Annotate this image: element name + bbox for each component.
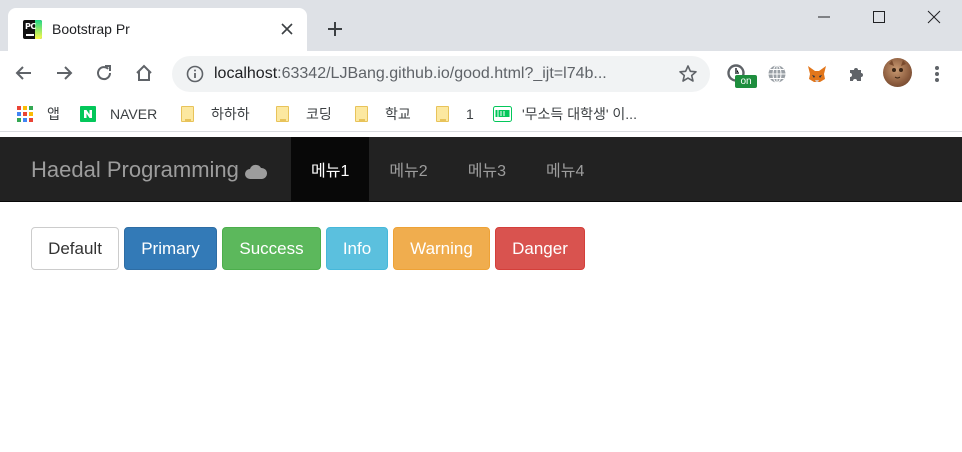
profile-avatar[interactable] xyxy=(883,58,912,87)
bookmark-label: 코딩 xyxy=(306,106,332,122)
tab-title: Bootstrap Pr xyxy=(52,21,130,37)
bookmark-folder-school[interactable]: 학교 xyxy=(355,103,411,125)
bookmark-folder-1[interactable]: 1 xyxy=(436,103,474,125)
bookmark-apps[interactable]: 앱 xyxy=(17,103,60,125)
timer-extension-icon[interactable]: on xyxy=(726,63,757,88)
info-button[interactable]: Info xyxy=(326,227,388,270)
site-info-icon[interactable] xyxy=(186,65,204,83)
navbar-menu: 메뉴1 메뉴2 메뉴3 메뉴4 xyxy=(291,137,604,201)
primary-button[interactable]: Primary xyxy=(124,227,217,270)
bookmark-blog[interactable]: '무소득 대학생' 이... xyxy=(493,103,637,125)
site-navbar: Haedal Programming 메뉴1 메뉴2 메뉴3 메뉴4 xyxy=(0,137,962,202)
naver-icon xyxy=(80,106,96,122)
blog-icon xyxy=(493,106,512,122)
folder-icon xyxy=(355,106,368,122)
bookmark-folder-hahaha[interactable]: 하하하 xyxy=(181,103,250,125)
extensions-puzzle-icon[interactable] xyxy=(846,63,868,85)
bookmark-naver[interactable]: NAVER xyxy=(80,103,157,125)
pycharm-favicon-icon: PC xyxy=(23,20,42,39)
url-text: localhost:63342/LJBang.github.io/good.ht… xyxy=(214,65,607,82)
minimize-icon[interactable] xyxy=(813,6,835,28)
browser-menu-icon[interactable] xyxy=(928,63,946,85)
reload-icon[interactable] xyxy=(93,62,115,84)
folder-icon xyxy=(436,106,449,122)
menu-item-3[interactable]: 메뉴3 xyxy=(448,137,526,201)
browser-toolbar: localhost:63342/LJBang.github.io/good.ht… xyxy=(0,51,962,96)
menu-item-1[interactable]: 메뉴1 xyxy=(291,137,370,201)
folder-icon xyxy=(181,106,194,122)
tab-close-icon[interactable] xyxy=(277,19,297,39)
home-icon[interactable] xyxy=(133,62,155,84)
bookmark-label: '무소득 대학생' 이... xyxy=(522,106,637,122)
folder-icon xyxy=(276,106,289,122)
bookmark-label: 학교 xyxy=(385,106,411,122)
metamask-fox-icon[interactable] xyxy=(806,63,828,85)
success-button[interactable]: Success xyxy=(222,227,321,270)
bookmark-label: 1 xyxy=(466,106,474,122)
browser-tab[interactable]: PC Bootstrap Pr xyxy=(8,8,307,51)
maximize-icon[interactable] xyxy=(868,6,890,28)
bookmark-label: 하하하 xyxy=(211,106,250,122)
bookmark-label: 앱 xyxy=(47,106,60,122)
bookmark-star-icon[interactable] xyxy=(678,64,698,84)
back-arrow-icon[interactable] xyxy=(13,62,35,84)
address-bar[interactable]: localhost:63342/LJBang.github.io/good.ht… xyxy=(172,56,710,92)
tab-strip: PC Bootstrap Pr xyxy=(0,0,962,51)
danger-button[interactable]: Danger xyxy=(495,227,585,270)
default-button[interactable]: Default xyxy=(31,227,119,270)
bookmarks-bar: 앱 NAVER 하하하 코딩 학교 1 '무소득 대학생' 이... xyxy=(0,96,962,132)
menu-item-2[interactable]: 메뉴2 xyxy=(369,137,447,201)
globe-extension-icon[interactable] xyxy=(766,63,788,85)
menu-item-4[interactable]: 메뉴4 xyxy=(526,137,604,201)
cloud-icon xyxy=(244,160,268,179)
button-group: Default Primary Success Info Warning Dan… xyxy=(31,227,585,270)
window-close-icon[interactable] xyxy=(923,6,945,28)
apps-grid-icon xyxy=(17,106,33,122)
brand-text: Haedal Programming xyxy=(31,157,239,182)
extension-badge: on xyxy=(735,75,757,88)
forward-arrow-icon[interactable] xyxy=(53,62,75,84)
bookmark-label: NAVER xyxy=(110,106,158,122)
navbar-brand[interactable]: Haedal Programming xyxy=(31,157,268,183)
warning-button[interactable]: Warning xyxy=(393,227,490,270)
new-tab-icon[interactable] xyxy=(323,17,347,41)
bookmark-folder-coding[interactable]: 코딩 xyxy=(276,103,332,125)
